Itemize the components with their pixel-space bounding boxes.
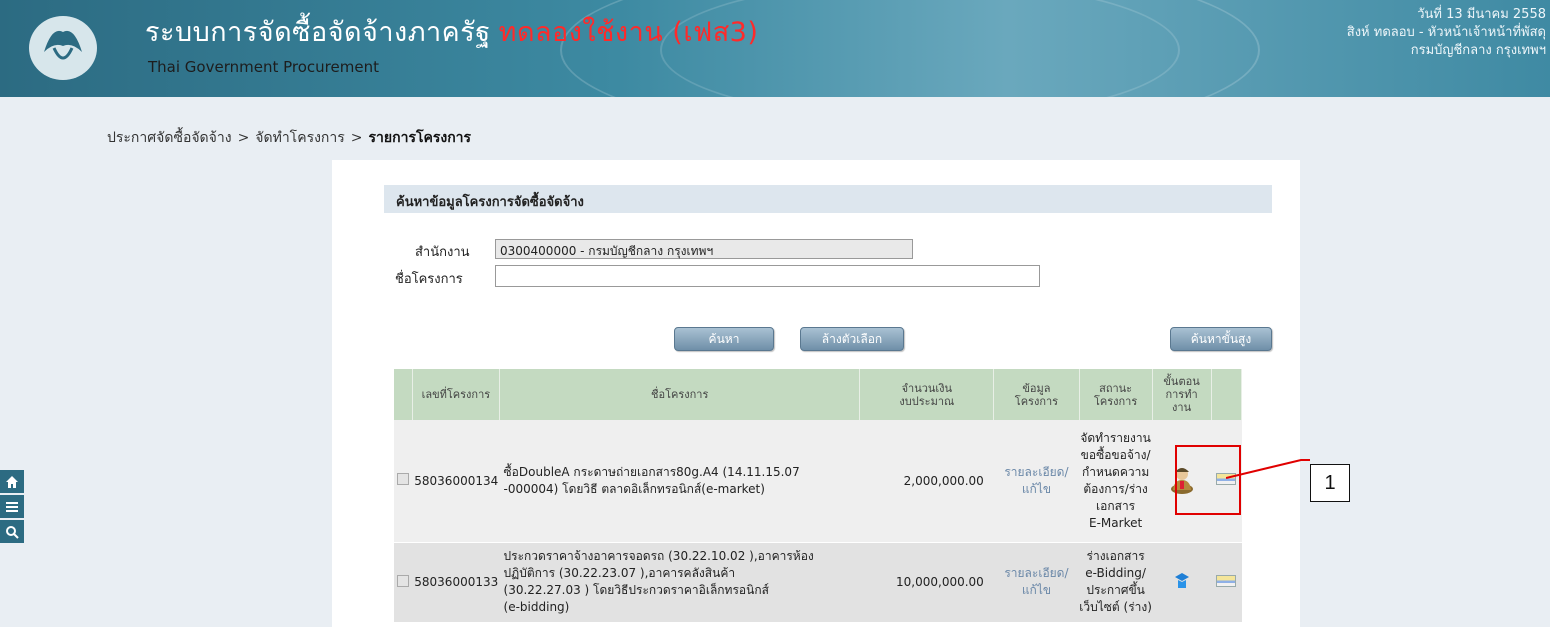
trial-badge: ทดลองใช้งาน (เฟส3) [498, 17, 759, 48]
status-line: ร่างเอกสาร [1086, 549, 1145, 563]
project-name-line: (30.22.27.03 ) โดยวิธีประกวดราคาอิเล็กทร… [503, 583, 769, 597]
menu-button[interactable] [0, 495, 24, 518]
project-detail-link[interactable]: รายละเอียด/แก้ไข [993, 542, 1080, 623]
detail-link-text[interactable]: รายละเอียด/ [1004, 465, 1068, 479]
department-logo-icon[interactable] [24, 12, 102, 84]
menu-icon [6, 501, 18, 512]
breadcrumb: ประกาศจัดซื้อจัดจ้าง > จัดทำโครงการ > รายการ… [107, 127, 471, 149]
system-subtitle: Thai Government Procurement [148, 58, 379, 76]
search-button[interactable] [0, 520, 24, 543]
column-header-status-line2: โครงการ [1093, 394, 1138, 408]
status-line: ขอซื้อขอจ้าง/ [1080, 447, 1151, 462]
table-row: 58036000134 ซื้อDoubleA กระดาษถ่ายเอกสาร… [394, 420, 1242, 543]
status-line: จัดทำรายงาน [1080, 430, 1151, 445]
project-name-line: (e-bidding) [503, 600, 570, 614]
budget-amount: 10,000,000.00 [859, 542, 994, 623]
project-name: ซื้อDoubleA กระดาษถ่ายเอกสาร80g.A4 (14.1… [499, 420, 860, 543]
note-cell [1211, 542, 1242, 623]
select-column-header [394, 369, 413, 420]
project-name-line: -000004) โดยวิธี ตลาดอิเล็กทรอนิกส์(e-ma… [503, 481, 765, 496]
project-name: ประกวดราคาจ้างอาคารจอดรถ (30.22.10.02 ),… [499, 542, 860, 623]
status-line: ประกาศขึ้น [1086, 583, 1145, 597]
current-date: วันที่ 13 มีนาคม 2558 [1417, 7, 1546, 22]
project-name-line: ปฏิบัติการ (30.22.23.07 ),อาคารคลังสินค้… [503, 566, 736, 580]
department-label: สำนักงาน [415, 245, 470, 260]
upload-document-icon[interactable] [1172, 571, 1192, 591]
column-header-step-line1: ขั้นตอน [1163, 375, 1200, 388]
project-table: เลขที่โครงการ ชื่อโครงการ จำนวนเงิน งบประ… [394, 369, 1242, 623]
row-checkbox[interactable] [397, 574, 410, 587]
app-header: ระบบการจัดซื้อจัดจ้างภาครัฐ ทดลองใช้งาน (… [0, 0, 1550, 97]
breadcrumb-item-create-project[interactable]: จัดทำโครงการ [255, 130, 344, 146]
project-status: ร่างเอกสาร e-Bidding/ ประกาศขึ้น เว็บไซต… [1079, 542, 1153, 623]
user-info: วันที่ 13 มีนาคม 2558 สิงห์ ทดลอบ - หัวห… [1347, 6, 1546, 60]
breadcrumb-item-announcement[interactable]: ประกาศจัดซื้อจัดจ้าง [107, 130, 232, 146]
column-header-step-line3: งาน [1172, 401, 1192, 414]
status-line: กำหนดความ [1081, 464, 1150, 479]
row-select-cell [394, 542, 413, 623]
column-header-name: ชื่อโครงการ [499, 369, 861, 420]
extra-column-header [1211, 369, 1242, 420]
table-header-row: เลขที่โครงการ ชื่อโครงการ จำนวนเงิน งบประ… [394, 369, 1242, 420]
status-line: เว็บไซต์ (ร่าง) [1079, 600, 1152, 614]
system-title-text: ระบบการจัดซื้อจัดจ้างภาครัฐ [145, 17, 491, 48]
search-submit-button[interactable]: ค้นหา [674, 327, 774, 351]
status-line: ต้องการ/ร่าง [1083, 481, 1148, 496]
project-detail-link[interactable]: รายละเอียด/แก้ไข [993, 420, 1080, 543]
project-status: จัดทำรายงาน ขอซื้อขอจ้าง/ กำหนดความ ต้อง… [1079, 420, 1153, 543]
column-header-status: สถานะ โครงการ [1079, 369, 1153, 420]
status-line: เอกสาร [1096, 498, 1136, 513]
user-department: กรมบัญชีกลาง กรุงเทพฯ [1410, 43, 1546, 58]
column-header-info-line1: ข้อมูล [1022, 381, 1051, 395]
project-name-input[interactable] [495, 265, 1040, 287]
breadcrumb-separator: > [237, 130, 250, 146]
status-line: e-Bidding/ [1085, 566, 1146, 580]
project-name-line: ซื้อDoubleA กระดาษถ่ายเอกสาร80g.A4 (14.1… [503, 464, 800, 479]
row-checkbox[interactable] [397, 473, 410, 486]
table-row: 58036000133 ประกวดราคาจ้างอาคารจอดรถ (30… [394, 542, 1242, 623]
section-title: ค้นหาข้อมูลโครงการจัดซื้อจัดจ้าง [384, 185, 1272, 213]
column-header-step-line2: การทำ [1165, 388, 1198, 401]
breadcrumb-separator: > [350, 130, 363, 146]
department-field: 0300400000 - กรมบัญชีกลาง กรุงเทพฯ [495, 239, 913, 259]
edit-link-text[interactable]: แก้ไข [1022, 482, 1051, 496]
column-header-status-line1: สถานะ [1099, 381, 1133, 395]
work-step-cell [1152, 542, 1211, 623]
budget-amount: 2,000,000.00 [859, 420, 994, 543]
column-header-step: ขั้นตอน การทำ งาน [1152, 369, 1212, 420]
annotation-label: 1 [1310, 464, 1350, 502]
project-number: 58036000133 [412, 542, 500, 623]
project-search-panel: ค้นหาข้อมูลโครงการจัดซื้อจัดจ้าง สำนักงา… [332, 160, 1300, 627]
clear-selection-button[interactable]: ล้างตัวเลือก [800, 327, 904, 351]
row-select-cell [394, 420, 413, 543]
detail-link-text[interactable]: รายละเอียด/ [1004, 566, 1068, 580]
column-header-info: ข้อมูล โครงการ [993, 369, 1080, 420]
side-quick-menu [0, 470, 26, 545]
status-line: E-Market [1089, 515, 1143, 530]
breadcrumb-current: รายการโครงการ [368, 130, 472, 146]
project-name-line: ประกวดราคาจ้างอาคารจอดรถ (30.22.10.02 ),… [503, 549, 814, 563]
column-header-budget-line1: จำนวนเงิน [901, 381, 953, 395]
home-button[interactable] [0, 470, 24, 493]
column-header-info-line2: โครงการ [1014, 394, 1059, 408]
column-header-number: เลขที่โครงการ [412, 369, 501, 420]
home-icon [6, 475, 18, 488]
search-icon [6, 525, 19, 539]
annotation-pointer [1226, 459, 1310, 479]
project-number: 58036000134 [412, 420, 500, 543]
system-title: ระบบการจัดซื้อจัดจ้างภาครัฐ ทดลองใช้งาน (… [145, 10, 758, 53]
project-name-label: ชื่อโครงการ [395, 272, 463, 287]
user-name[interactable]: สิงห์ ทดลอบ - หัวหน้าเจ้าหน้าที่พัสดุ [1347, 24, 1546, 42]
advanced-search-button[interactable]: ค้นหาขั้นสูง [1170, 327, 1272, 351]
annotation-highlight-box [1175, 445, 1241, 515]
column-header-budget-line2: งบประมาณ [899, 394, 955, 408]
note-icon[interactable] [1216, 574, 1237, 587]
column-header-budget: จำนวนเงิน งบประมาณ [859, 369, 995, 420]
edit-link-text[interactable]: แก้ไข [1022, 583, 1051, 597]
